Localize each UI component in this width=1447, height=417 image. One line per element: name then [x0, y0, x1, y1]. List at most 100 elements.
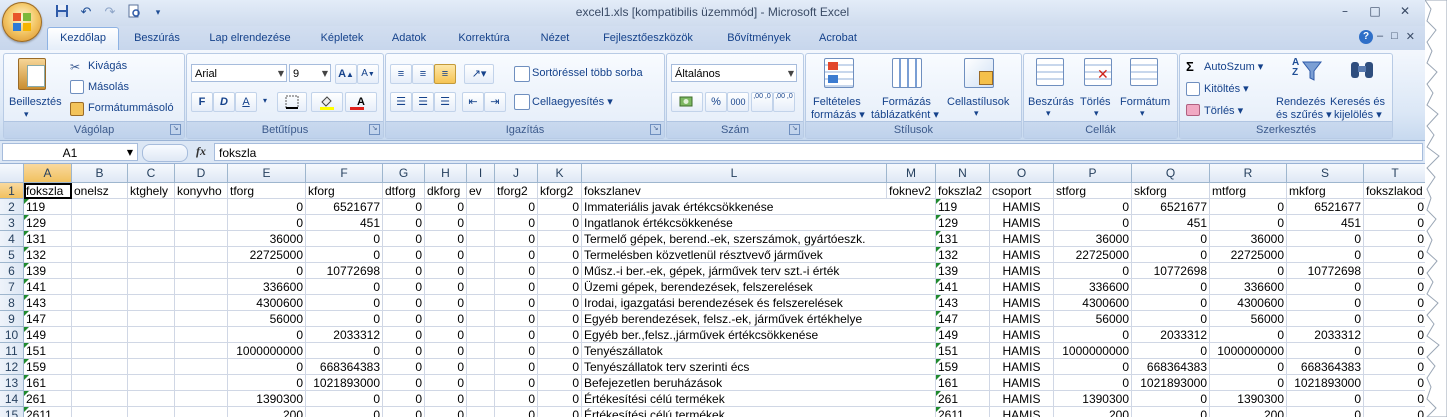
cell-E10[interactable]: 0	[228, 327, 306, 343]
cell-A14[interactable]: 261	[24, 391, 72, 407]
cell-F10[interactable]: 2033312	[306, 327, 383, 343]
cell-D13[interactable]	[175, 375, 228, 391]
cell-N15[interactable]: 2611	[936, 407, 990, 417]
cell-J11[interactable]: 0	[495, 343, 538, 359]
cell-B9[interactable]	[72, 311, 128, 327]
cell-D9[interactable]	[175, 311, 228, 327]
cell-J12[interactable]: 0	[495, 359, 538, 375]
cell-S11[interactable]: 0	[1287, 343, 1364, 359]
sort-filter-label2[interactable]: és szűrés ▾	[1276, 108, 1332, 121]
cell-J7[interactable]: 0	[495, 279, 538, 295]
cell-J5[interactable]: 0	[495, 247, 538, 263]
cell-L9[interactable]: Egyéb berendezések, felsz.-ek, járművek …	[582, 311, 887, 327]
font-launcher-icon[interactable]: ↘	[369, 124, 380, 135]
minimize-button[interactable]: –	[1331, 2, 1359, 20]
cell-F13[interactable]: 1021893000	[306, 375, 383, 391]
cell-A3[interactable]: 129	[24, 215, 72, 231]
cell-Q8[interactable]: 0	[1132, 295, 1210, 311]
row-header[interactable]: 3	[0, 215, 24, 231]
fill-color-button[interactable]	[311, 92, 343, 112]
cell-G13[interactable]: 0	[383, 375, 425, 391]
select-all-corner[interactable]	[0, 164, 24, 182]
cell-K6[interactable]: 0	[538, 263, 582, 279]
cell-B15[interactable]	[72, 407, 128, 417]
cell-O3[interactable]: HAMIS	[990, 215, 1054, 231]
paste-icon[interactable]	[18, 58, 46, 90]
cell-H15[interactable]: 0	[425, 407, 467, 417]
cell-I5[interactable]	[467, 247, 495, 263]
tab-6[interactable]: Nézet	[532, 28, 578, 48]
cell-I8[interactable]	[467, 295, 495, 311]
cell-P4[interactable]: 36000	[1054, 231, 1132, 247]
cell-C6[interactable]	[128, 263, 175, 279]
cell-C15[interactable]	[128, 407, 175, 417]
cell-R5[interactable]: 22725000	[1210, 247, 1287, 263]
cell-L8[interactable]: Irodai, igazgatási berendezések és felsz…	[582, 295, 887, 311]
cell-O12[interactable]: HAMIS	[990, 359, 1054, 375]
cell-T12[interactable]: 0	[1364, 359, 1425, 375]
cell-F1[interactable]: kforg	[306, 183, 383, 199]
cell-E2[interactable]: 0	[228, 199, 306, 215]
row-header[interactable]: 7	[0, 279, 24, 295]
cell-S3[interactable]: 451	[1287, 215, 1364, 231]
paste-dropdown-icon[interactable]: ▾	[24, 109, 29, 120]
cell-G9[interactable]: 0	[383, 311, 425, 327]
cell-M14[interactable]	[887, 391, 936, 407]
tab-7[interactable]: Fejlesztőeszközök	[590, 28, 706, 48]
format-painter-button[interactable]: Formátummásoló	[88, 102, 174, 114]
cell-O14[interactable]: HAMIS	[990, 391, 1054, 407]
cell-F9[interactable]: 0	[306, 311, 383, 327]
cell-Q9[interactable]: 0	[1132, 311, 1210, 327]
row-header[interactable]: 2	[0, 199, 24, 215]
insert-dropdown-icon[interactable]: ▾	[1046, 108, 1051, 119]
cell-E11[interactable]: 1000000000	[228, 343, 306, 359]
font-color-button[interactable]: A	[345, 92, 377, 112]
cell-M6[interactable]	[887, 263, 936, 279]
orientation-icon[interactable]: ↗▾	[464, 64, 494, 84]
cell-N4[interactable]: 131	[936, 231, 990, 247]
cell-M7[interactable]	[887, 279, 936, 295]
cell-M13[interactable]	[887, 375, 936, 391]
column-header-T[interactable]: T	[1364, 164, 1425, 182]
cell-K10[interactable]: 0	[538, 327, 582, 343]
cell-B6[interactable]	[72, 263, 128, 279]
cell-L4[interactable]: Termelő gépek, berend.-ek, szerszámok, g…	[582, 231, 887, 247]
cell-G5[interactable]: 0	[383, 247, 425, 263]
cell-R2[interactable]: 0	[1210, 199, 1287, 215]
column-header-P[interactable]: P	[1054, 164, 1132, 182]
cell-K12[interactable]: 0	[538, 359, 582, 375]
cell-M15[interactable]	[887, 407, 936, 417]
cell-K15[interactable]: 0	[538, 407, 582, 417]
cell-J3[interactable]: 0	[495, 215, 538, 231]
cell-C2[interactable]	[128, 199, 175, 215]
shrink-font-button[interactable]: A▼	[357, 64, 379, 84]
column-header-S[interactable]: S	[1287, 164, 1364, 182]
underline-button[interactable]: A	[235, 92, 257, 112]
cell-J4[interactable]: 0	[495, 231, 538, 247]
cell-L11[interactable]: Tenyészállatok	[582, 343, 887, 359]
cell-H2[interactable]: 0	[425, 199, 467, 215]
cell-Q12[interactable]: 668364383	[1132, 359, 1210, 375]
cell-F7[interactable]: 0	[306, 279, 383, 295]
wrap-text-button[interactable]: Sortöréssel több sorba	[532, 67, 643, 79]
number-format-combo[interactable]: Általános ▼	[671, 64, 797, 82]
cell-P6[interactable]: 0	[1054, 263, 1132, 279]
sort-filter-button[interactable]: Rendezés	[1276, 96, 1326, 108]
cell-R4[interactable]: 36000	[1210, 231, 1287, 247]
cell-C13[interactable]	[128, 375, 175, 391]
cell-B10[interactable]	[72, 327, 128, 343]
column-header-L[interactable]: L	[582, 164, 887, 182]
cell-G12[interactable]: 0	[383, 359, 425, 375]
cell-B11[interactable]	[72, 343, 128, 359]
cell-A9[interactable]: 147	[24, 311, 72, 327]
cell-F6[interactable]: 10772698	[306, 263, 383, 279]
borders-button[interactable]	[277, 92, 307, 112]
copy-button[interactable]: Másolás	[88, 81, 129, 93]
cell-G11[interactable]: 0	[383, 343, 425, 359]
cell-K4[interactable]: 0	[538, 231, 582, 247]
cell-G6[interactable]: 0	[383, 263, 425, 279]
cell-T6[interactable]: 0	[1364, 263, 1425, 279]
tab-8[interactable]: Bővítmények	[716, 28, 802, 48]
align-left-icon[interactable]: ☰	[390, 92, 412, 112]
cell-K8[interactable]: 0	[538, 295, 582, 311]
